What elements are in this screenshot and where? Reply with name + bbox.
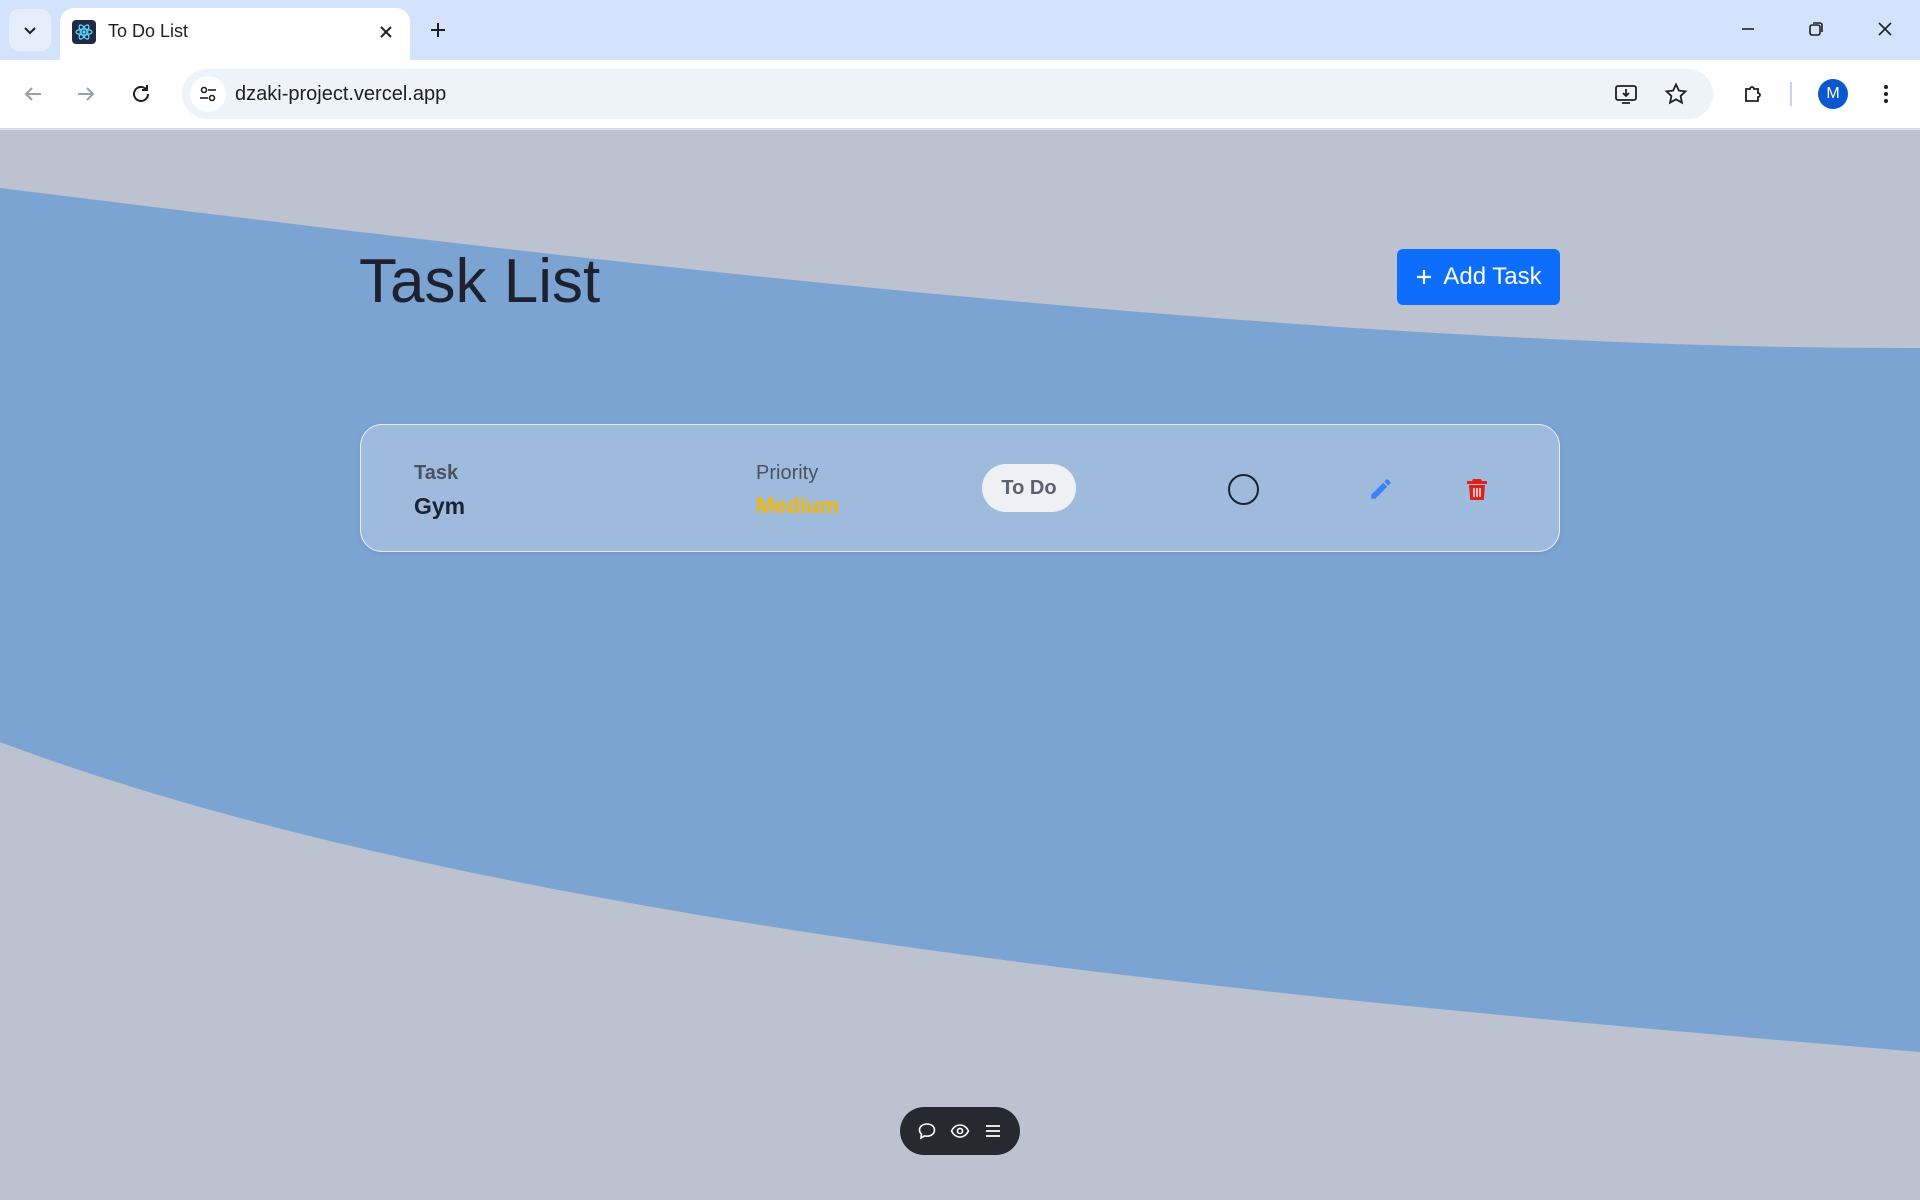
- restore-button[interactable]: [1793, 8, 1839, 50]
- floating-toolbar: [900, 1107, 1020, 1155]
- page-viewport: Task List Add Task Task Gym Priority Med…: [0, 130, 1920, 1200]
- react-icon: [72, 20, 96, 44]
- plus-icon: [1417, 270, 1432, 284]
- browser-tab[interactable]: To Do List: [60, 8, 410, 60]
- address-bar[interactable]: dzaki-project.vercel.app: [182, 69, 1713, 119]
- browser-tab-strip: To Do List: [0, 0, 1920, 60]
- task-name: Gym: [414, 493, 466, 519]
- puzzle-icon: [1745, 86, 1761, 102]
- task-label: Task: [414, 462, 459, 484]
- tab-search-button[interactable]: [9, 9, 51, 51]
- close-window-button[interactable]: [1862, 8, 1908, 50]
- add-task-label: Add Task: [1443, 263, 1542, 290]
- priority-label: Priority: [756, 462, 819, 484]
- preview-button[interactable]: [946, 1117, 974, 1145]
- menu-icon: [986, 1125, 1000, 1137]
- new-tab-button[interactable]: [420, 12, 456, 48]
- arrow-left-icon: [24, 87, 41, 101]
- star-icon: [1664, 82, 1688, 105]
- tab-close-button[interactable]: [372, 18, 400, 46]
- complete-toggle[interactable]: [1228, 474, 1259, 505]
- priority-value: Medium: [756, 493, 840, 518]
- arrow-right-icon: [78, 87, 95, 101]
- edit-task-button[interactable]: [1365, 473, 1397, 505]
- more-vert-icon: [1884, 85, 1888, 103]
- background-wave: [0, 188, 1920, 1052]
- reload-button[interactable]: [119, 72, 163, 116]
- reload-icon: [133, 85, 149, 102]
- minimize-button[interactable]: [1725, 8, 1771, 50]
- page-title: Task List: [359, 247, 601, 316]
- extensions-button[interactable]: [1732, 72, 1776, 116]
- forward-button[interactable]: [64, 72, 108, 116]
- tab-title: To Do List: [108, 21, 189, 41]
- back-button[interactable]: [11, 72, 55, 116]
- status-badge[interactable]: To Do: [982, 464, 1076, 512]
- site-info-button[interactable]: [190, 76, 226, 112]
- toolbar-divider: [1790, 82, 1792, 106]
- install-icon: [1615, 85, 1637, 104]
- tune-icon: [200, 86, 216, 102]
- plus-icon: [431, 23, 445, 37]
- close-icon: [1878, 22, 1892, 36]
- profile-avatar[interactable]: M: [1818, 79, 1848, 109]
- chevron-down-icon: [24, 27, 36, 35]
- bookmark-button[interactable]: [1658, 76, 1694, 112]
- close-icon: [380, 26, 392, 38]
- pencil-icon: [1371, 479, 1391, 499]
- comment-button[interactable]: [913, 1117, 941, 1145]
- add-task-button[interactable]: Add Task: [1397, 249, 1560, 305]
- browser-toolbar: dzaki-project.vercel.app: [0, 60, 1920, 129]
- url-text: dzaki-project.vercel.app: [235, 83, 447, 105]
- comment-icon: [918, 1123, 936, 1140]
- task-card: Task Gym Priority Medium To Do: [360, 424, 1560, 552]
- delete-task-button[interactable]: [1461, 473, 1493, 505]
- minimize-icon: [1742, 28, 1754, 30]
- chrome-menu-button[interactable]: [1864, 72, 1908, 116]
- menu-button[interactable]: [979, 1117, 1007, 1145]
- trash-icon: [1467, 479, 1487, 500]
- eye-icon: [950, 1124, 970, 1138]
- restore-icon: [1809, 22, 1823, 36]
- install-app-button[interactable]: [1608, 76, 1644, 112]
